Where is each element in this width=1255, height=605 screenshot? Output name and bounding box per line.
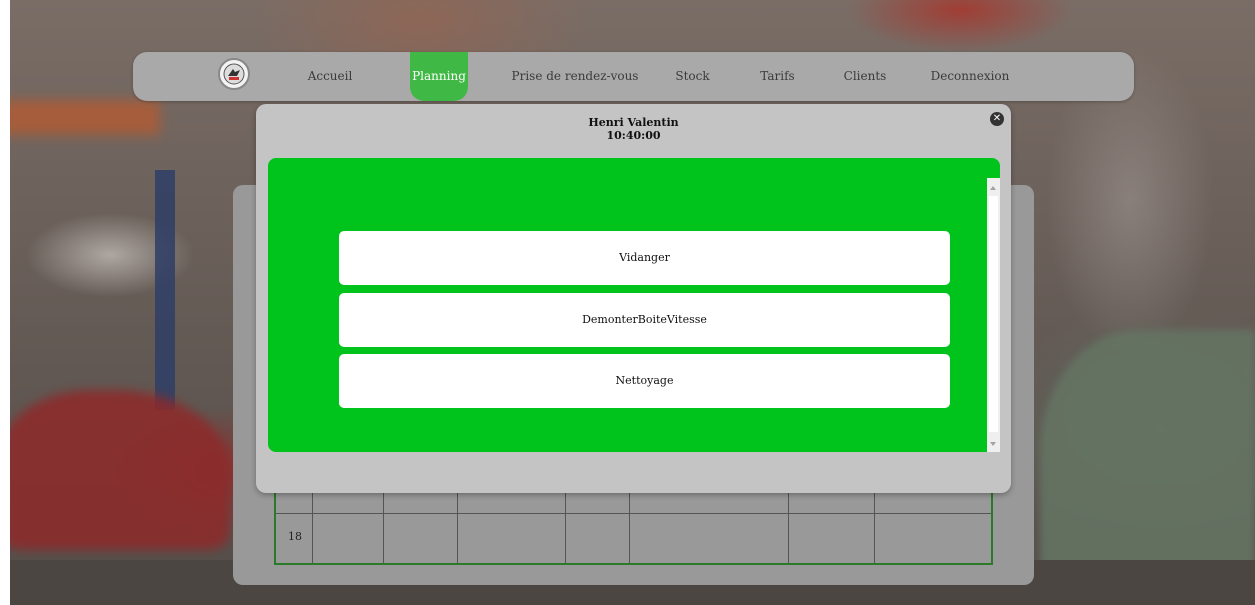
scroll-up-icon[interactable] — [990, 186, 996, 190]
task-item-vidanger[interactable]: Vidanger — [339, 231, 950, 285]
scroll-down-icon[interactable] — [990, 442, 996, 446]
client-name: Henri Valentin — [588, 116, 679, 129]
nav-planning[interactable]: Planning — [410, 52, 468, 101]
nav-stock[interactable]: Stock — [670, 52, 715, 101]
task-item-nettoyage[interactable]: Nettoyage — [339, 354, 950, 408]
table-row-hour-label: 18 — [288, 530, 302, 543]
nav-accueil[interactable]: Accueil — [300, 52, 360, 101]
nav-deconnexion[interactable]: Deconnexion — [930, 52, 1010, 101]
appointment-time: 10:40:00 — [606, 129, 661, 142]
close-icon[interactable]: ✕ — [990, 112, 1004, 126]
nav-prise-de-rendez-vous[interactable]: Prise de rendez-vous — [510, 52, 640, 101]
logo-icon[interactable] — [218, 58, 250, 90]
scrollbar-thumb[interactable] — [989, 196, 998, 432]
scrollbar[interactable] — [987, 178, 1000, 452]
modal-header: Henri Valentin 10:40:00 — [256, 116, 1011, 142]
nav-tarifs[interactable]: Tarifs — [755, 52, 800, 101]
nav-clients[interactable]: Clients — [840, 52, 890, 101]
task-item-demonter-boite-vitesse[interactable]: DemonterBoiteVitesse — [339, 293, 950, 347]
